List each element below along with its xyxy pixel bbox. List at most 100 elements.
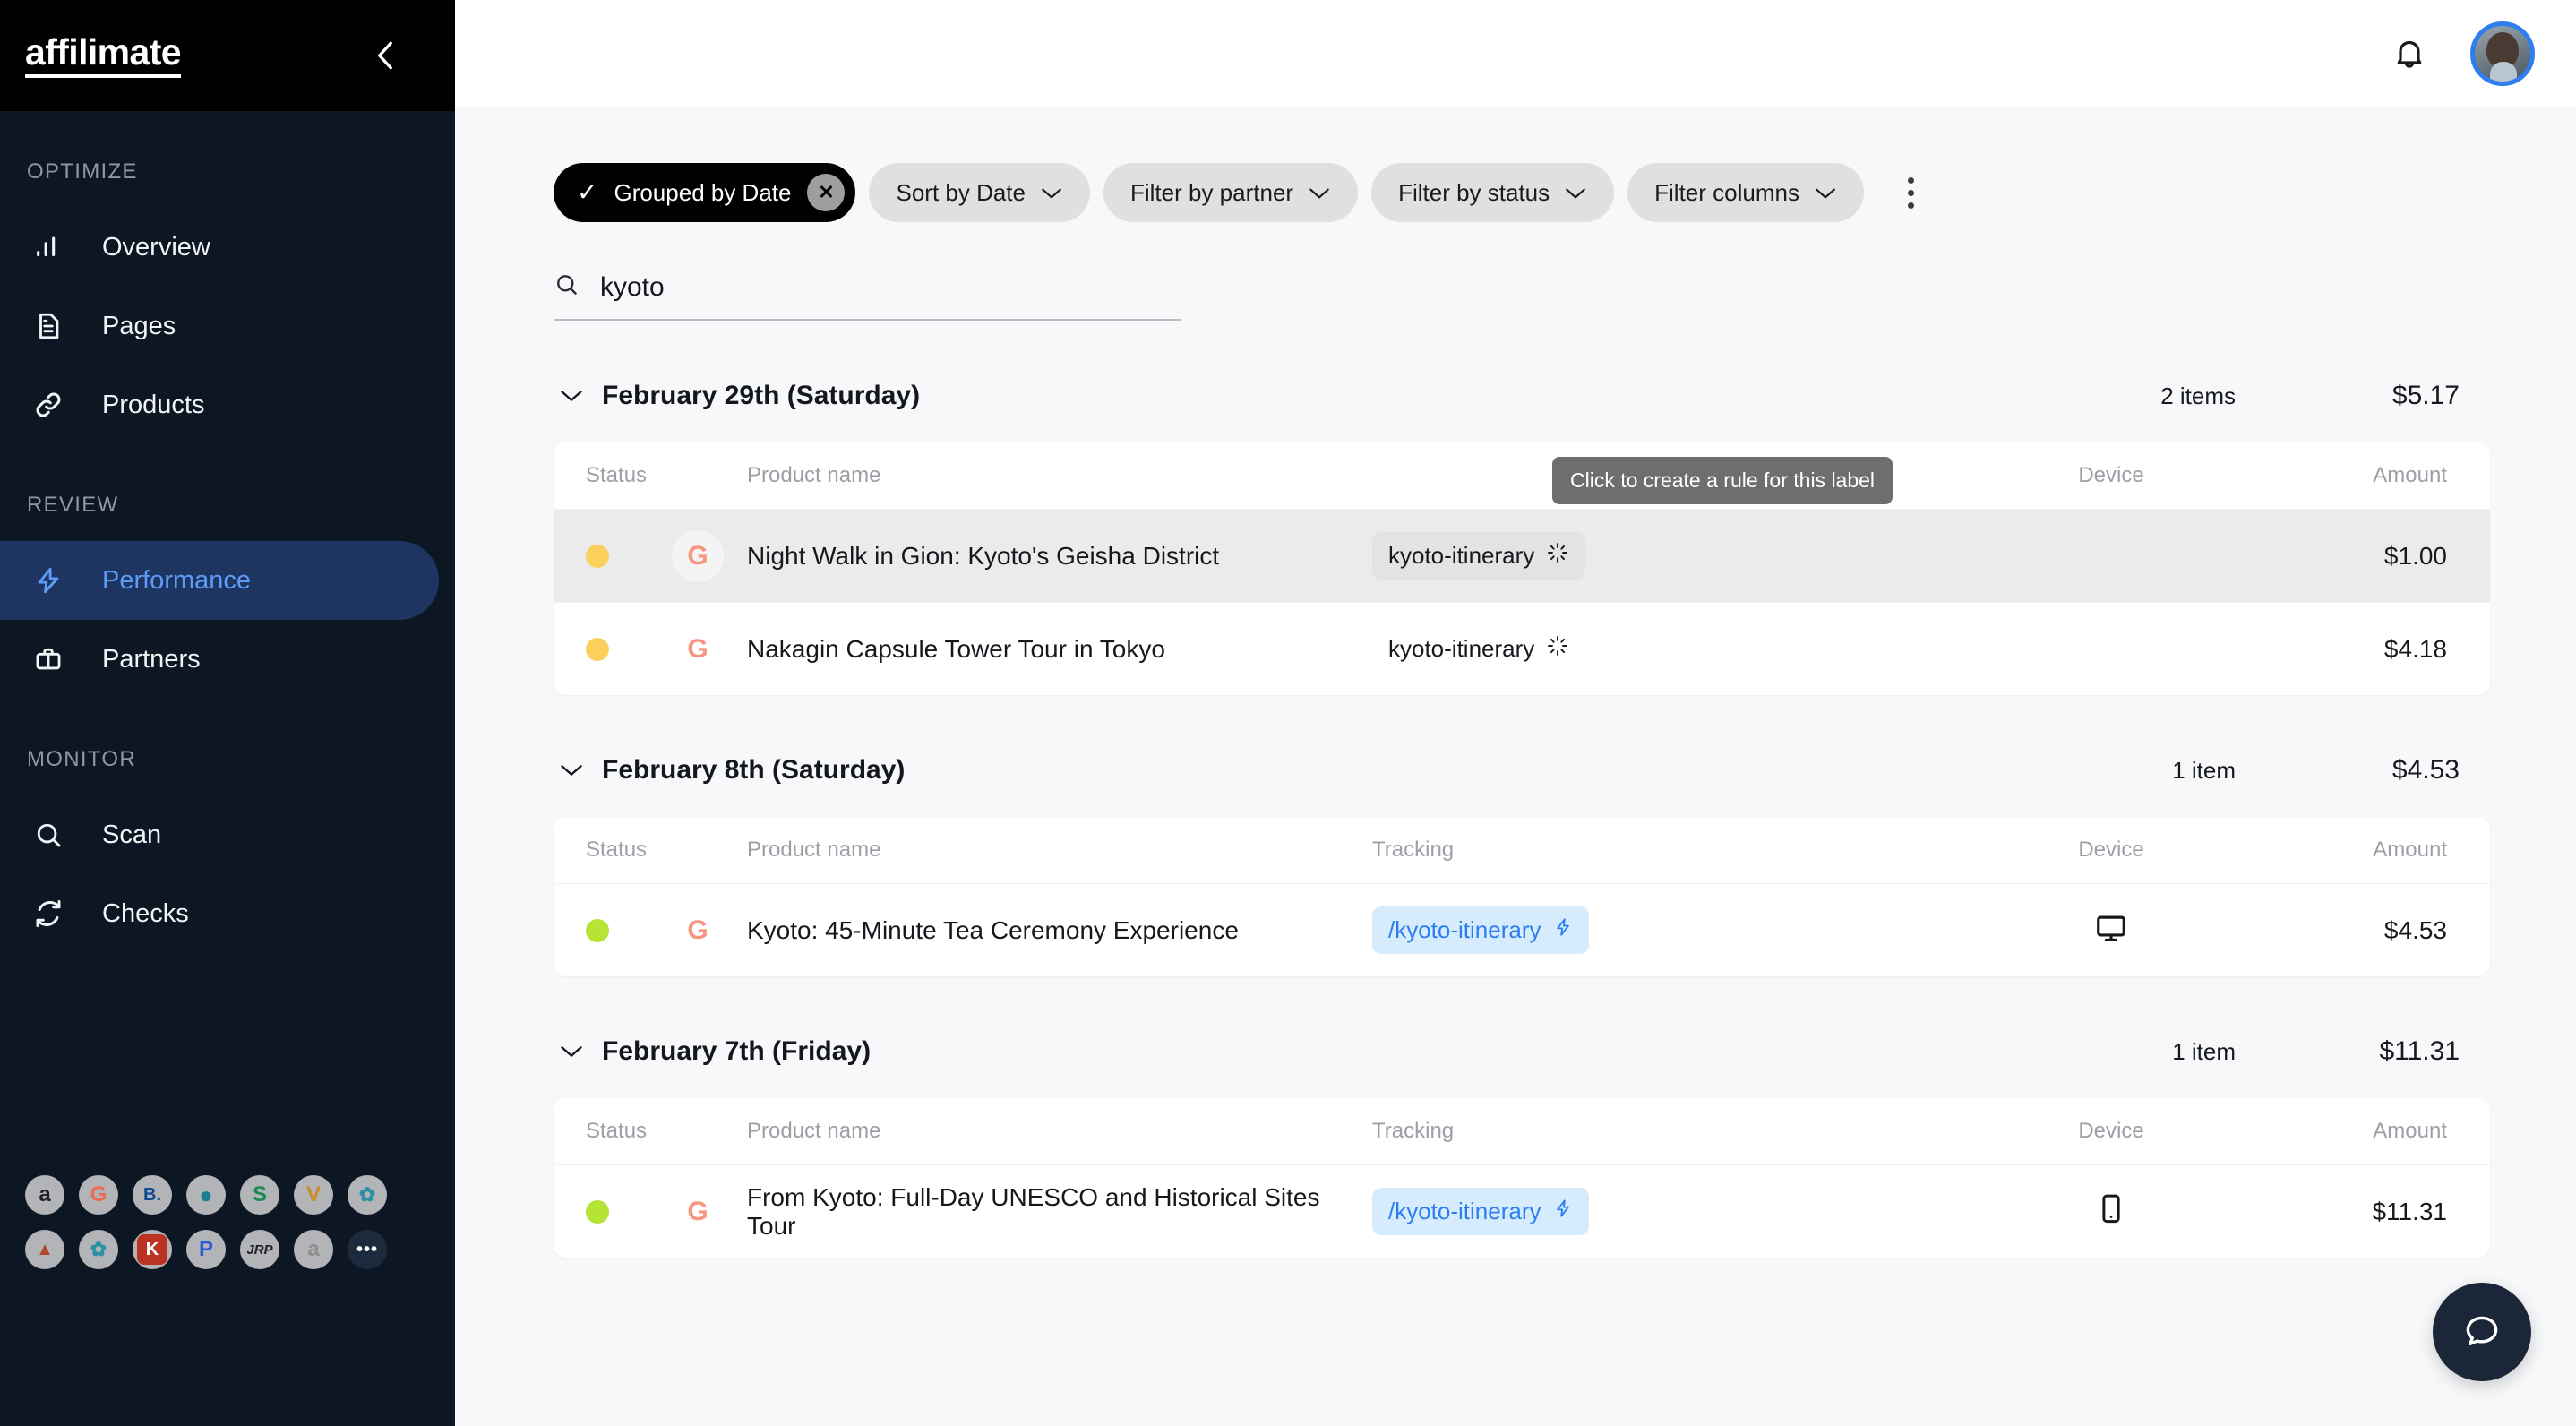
column-header-tracking: Tracking — [1372, 1119, 1455, 1143]
status-indicator — [586, 637, 672, 661]
chevron-down-icon — [1308, 179, 1331, 207]
partner-glyph: ▲ — [36, 1239, 54, 1259]
date-group-count: 1 item — [2172, 756, 2236, 784]
table-row[interactable]: G From Kyoto: Full-Day UNESCO and Histor… — [554, 1164, 2490, 1258]
partner-chip-jrp[interactable]: JRP — [240, 1230, 279, 1269]
table-header: Status Product name Tracking Device Amou… — [554, 817, 2490, 883]
tracking-label-chip[interactable]: kyoto-itinerary — [1372, 532, 1586, 580]
sidebar-item-label: Partners — [102, 644, 201, 674]
avatar[interactable] — [2470, 21, 2535, 86]
sidebar-item-overview[interactable]: Overview — [0, 208, 439, 287]
search-bar — [554, 271, 1181, 321]
table-row[interactable]: G Kyoto: 45-Minute Tea Ceremony Experien… — [554, 883, 2490, 976]
partner-glyph: a — [307, 1237, 320, 1261]
more-options-icon[interactable] — [1892, 163, 1931, 222]
clear-grouping-icon[interactable]: ✕ — [807, 174, 846, 211]
tracking-label-chip[interactable]: kyoto-itinerary — [1372, 625, 1585, 673]
partner-chip-amazon[interactable]: a — [25, 1175, 64, 1215]
partner-logo: G — [672, 623, 747, 675]
date-group-header[interactable]: February 29th (Saturday) 2 items $5.17 — [554, 367, 2576, 425]
date-group-count: 1 item — [2172, 1037, 2236, 1065]
date-group: February 7th (Friday) 1 item $11.31 Stat… — [554, 1023, 2576, 1258]
chat-support-button[interactable] — [2433, 1283, 2531, 1381]
sidebar-item-pages[interactable]: Pages — [0, 287, 439, 365]
partner-chip-amazon-alt[interactable]: a — [294, 1230, 333, 1269]
lightning-icon — [1553, 1197, 1573, 1226]
partner-chip-partnerize[interactable]: P — [186, 1230, 226, 1269]
briefcase-icon — [27, 638, 70, 681]
partner-chip-skyscanner[interactable]: ● — [186, 1175, 226, 1215]
partner-chip-klook-alt-2[interactable]: ✿ — [79, 1230, 118, 1269]
sidebar-item-checks[interactable]: Checks — [0, 874, 439, 953]
main-content: ✓ Grouped by Date ✕ Sort by Date Filter … — [455, 0, 2576, 1426]
partner-chip-klook-alt[interactable]: ✿ — [348, 1175, 387, 1215]
loading-spinner-icon — [1546, 634, 1569, 664]
document-icon — [27, 305, 70, 348]
sidebar-section-optimize: OPTIMIZE — [27, 159, 138, 184]
app-logo[interactable]: affilimate — [25, 33, 182, 78]
sidebar-item-label: Scan — [102, 820, 162, 849]
status-dot-confirmed — [586, 1199, 609, 1224]
partner-logo: G — [672, 905, 747, 957]
column-header-device: Device — [2078, 838, 2144, 862]
search-input[interactable] — [600, 271, 1138, 303]
table-header: Status Product name Tracking Device Amou… — [554, 1098, 2490, 1164]
partner-chip-shareasale[interactable]: S — [240, 1175, 279, 1215]
tracking-link-chip[interactable]: /kyoto-itinerary — [1372, 1188, 1589, 1235]
chevron-down-icon[interactable] — [554, 762, 589, 778]
sidebar-item-label: Checks — [102, 898, 189, 928]
tracking-link-chip[interactable]: /kyoto-itinerary — [1372, 906, 1589, 954]
chevron-down-icon[interactable] — [554, 388, 589, 404]
column-header-status: Status — [586, 463, 648, 487]
table-row[interactable]: G Night Walk in Gion: Kyoto's Geisha Dis… — [554, 509, 2490, 602]
date-group-header[interactable]: February 8th (Saturday) 1 item $4.53 — [554, 742, 2576, 799]
bar-chart-icon — [27, 226, 70, 269]
transactions-card: Status Product name Tracking Device Amou… — [554, 1098, 2490, 1258]
more-dots-icon: ••• — [356, 1239, 378, 1259]
grouped-by-date-pill[interactable]: ✓ Grouped by Date ✕ — [554, 163, 856, 222]
sidebar-item-label: Overview — [102, 232, 210, 262]
amount: $4.18 — [2383, 634, 2447, 663]
filter-by-status-dropdown[interactable]: Filter by status — [1371, 163, 1615, 222]
collapse-sidebar-button[interactable] — [365, 35, 406, 76]
filter-by-partner-dropdown[interactable]: Filter by partner — [1103, 163, 1359, 222]
chevron-down-icon[interactable] — [554, 1044, 589, 1060]
partner-chip-klook[interactable]: K — [133, 1230, 172, 1269]
search-icon — [27, 813, 70, 856]
check-icon: ✓ — [577, 178, 598, 206]
partner-chip-more-button[interactable]: ••• — [348, 1230, 387, 1269]
loading-spinner-icon — [1546, 541, 1569, 571]
connected-partners-grid: a G B. ● S V ✿ ▲ ✿ K P JRP a ••• — [25, 1175, 401, 1269]
date-group-total: $4.53 — [2391, 755, 2460, 785]
date-group-title: February 8th (Saturday) — [602, 755, 906, 785]
table-row[interactable]: G Nakagin Capsule Tower Tour in Tokyo ky… — [554, 602, 2490, 695]
sort-by-date-dropdown[interactable]: Sort by Date — [869, 163, 1090, 222]
column-header-amount: Amount — [2373, 1119, 2447, 1143]
column-header-product-name: Product name — [747, 1119, 881, 1143]
notifications-button[interactable] — [2386, 30, 2433, 77]
amount: $11.31 — [2372, 1197, 2447, 1225]
partner-chip-viator[interactable]: V — [294, 1175, 333, 1215]
partner-chip-firespring[interactable]: ▲ — [25, 1230, 64, 1269]
status-indicator — [586, 1199, 672, 1224]
sidebar-item-performance[interactable]: Performance — [0, 541, 439, 620]
filter-columns-dropdown[interactable]: Filter columns — [1627, 163, 1864, 222]
getyourguide-icon: G — [672, 529, 724, 582]
chevron-down-icon — [1040, 179, 1063, 207]
date-group-header[interactable]: February 7th (Friday) 1 item $11.31 — [554, 1023, 2576, 1080]
table-header: Status Product name Device Amount Click … — [554, 442, 2490, 509]
sidebar-item-products[interactable]: Products — [0, 365, 439, 444]
lightning-icon — [27, 559, 70, 602]
grouped-by-date-label: Grouped by Date — [614, 178, 792, 206]
sidebar-section-review: REVIEW — [27, 493, 119, 517]
partner-chip-getyourguide[interactable]: G — [79, 1175, 118, 1215]
sidebar-item-scan[interactable]: Scan — [0, 795, 439, 874]
sidebar-item-partners[interactable]: Partners — [0, 620, 439, 699]
amount: $4.53 — [2383, 915, 2447, 944]
tracking-cell: /kyoto-itinerary — [1372, 906, 1999, 954]
tracking-link-text: /kyoto-itinerary — [1388, 916, 1541, 943]
sidebar-section-monitor: MONITOR — [27, 747, 136, 771]
transactions-card: Status Product name Device Amount Click … — [554, 442, 2490, 695]
partner-chip-booking[interactable]: B. — [133, 1175, 172, 1215]
sidebar-item-label: Performance — [102, 565, 252, 595]
